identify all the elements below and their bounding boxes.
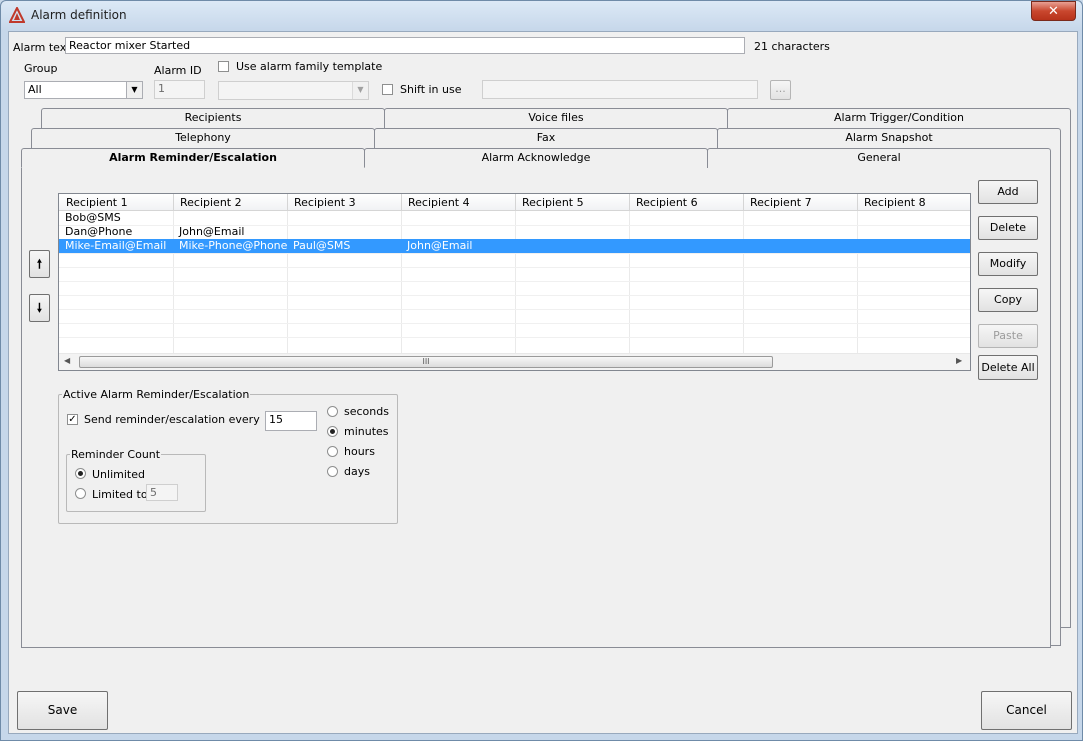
limited-radio[interactable] xyxy=(75,488,86,499)
chevron-down-icon: ▼ xyxy=(352,82,368,99)
interval-input[interactable]: 15 xyxy=(265,411,317,431)
family-template-select: ▼ xyxy=(218,81,369,100)
send-reminder-label: Send reminder/escalation every xyxy=(84,413,260,426)
tab-recipients[interactable]: Recipients xyxy=(41,108,385,128)
limited-label: Limited to xyxy=(92,488,148,501)
group-select[interactable]: All ▼ xyxy=(24,81,143,99)
column-header[interactable]: Recipient 8 xyxy=(857,194,970,211)
close-button[interactable]: ✕ xyxy=(1031,1,1076,21)
shift-browse-button: ... xyxy=(770,80,791,100)
table-cell[interactable]: Paul@SMS xyxy=(287,239,401,253)
tab-alarm-snapshot[interactable]: Alarm Snapshot xyxy=(717,128,1061,148)
grip-icon: III xyxy=(422,357,430,366)
char-count-label: 21 characters xyxy=(754,40,830,53)
delete-button[interactable]: Delete xyxy=(978,216,1038,240)
shift-checkbox[interactable] xyxy=(382,84,393,95)
arrow-down-icon: 🠗 xyxy=(36,301,43,315)
column-header[interactable]: Recipient 5 xyxy=(515,194,630,211)
modify-button[interactable]: Modify xyxy=(978,252,1038,276)
column-header[interactable]: Recipient 7 xyxy=(743,194,858,211)
tab-alarm-reminder[interactable]: Alarm Reminder/Escalation xyxy=(21,148,365,168)
recipients-grid[interactable]: Recipient 1 Recipient 2 Recipient 3 Reci… xyxy=(58,193,971,371)
horizontal-scrollbar[interactable]: ◀ III ▶ xyxy=(59,353,970,370)
table-cell[interactable]: John@Email xyxy=(173,225,287,239)
table-cell[interactable]: John@Email xyxy=(401,239,515,253)
send-reminder-checkbox[interactable]: ✓ xyxy=(67,414,78,425)
chevron-down-icon[interactable]: ▼ xyxy=(126,82,142,98)
grid-header: Recipient 1 Recipient 2 Recipient 3 Reci… xyxy=(59,194,970,211)
tab-alarm-acknowledge[interactable]: Alarm Acknowledge xyxy=(364,148,708,168)
table-cell[interactable]: Dan@Phone xyxy=(59,225,173,239)
tab-alarm-trigger[interactable]: Alarm Trigger/Condition xyxy=(727,108,1071,128)
column-header[interactable]: Recipient 3 xyxy=(287,194,402,211)
table-row[interactable]: Bob@SMS xyxy=(59,211,970,225)
scroll-left-icon[interactable]: ◀ xyxy=(64,356,70,365)
shift-label: Shift in use xyxy=(400,83,462,96)
unit-hours-radio[interactable] xyxy=(327,446,338,457)
cancel-button[interactable]: Cancel xyxy=(981,691,1072,730)
move-up-button[interactable]: 🠕 xyxy=(29,250,50,278)
paste-button: Paste xyxy=(978,324,1038,348)
tab-telephony[interactable]: Telephony xyxy=(31,128,375,148)
dialog-body: Alarm text Reactor mixer Started 21 char… xyxy=(8,31,1078,734)
window-title: Alarm definition xyxy=(31,8,127,22)
scroll-right-icon[interactable]: ▶ xyxy=(956,356,962,365)
family-template-label: Use alarm family template xyxy=(236,60,383,73)
table-cell[interactable]: Bob@SMS xyxy=(59,211,173,225)
unit-hours-label: hours xyxy=(344,445,375,458)
column-header[interactable]: Recipient 2 xyxy=(173,194,288,211)
alarm-definition-window: Alarm definition ✕ Alarm text Reactor mi… xyxy=(0,0,1083,741)
title-bar[interactable]: Alarm definition ✕ xyxy=(1,1,1082,29)
alarm-text-input[interactable]: Reactor mixer Started xyxy=(65,37,745,54)
alarm-id-field: 1 xyxy=(154,80,205,99)
table-cell[interactable]: Mike-Phone@Phone xyxy=(173,239,287,253)
save-button[interactable]: Save xyxy=(17,691,108,730)
move-down-button[interactable]: 🠗 xyxy=(29,294,50,322)
family-template-checkbox[interactable] xyxy=(218,61,229,72)
unlimited-label: Unlimited xyxy=(92,468,145,481)
unit-seconds-label: seconds xyxy=(344,405,389,418)
table-row-selected[interactable]: Mike-Email@Email Mike-Phone@Phone Paul@S… xyxy=(59,239,970,253)
reminder-group-label: Active Alarm Reminder/Escalation xyxy=(63,388,250,401)
column-header[interactable]: Recipient 6 xyxy=(629,194,744,211)
arrow-up-icon: 🠕 xyxy=(36,257,43,271)
unit-days-radio[interactable] xyxy=(327,466,338,477)
group-label: Group xyxy=(24,62,58,75)
tab-fax[interactable]: Fax xyxy=(374,128,718,148)
unlimited-radio[interactable] xyxy=(75,468,86,479)
alarm-text-label: Alarm text xyxy=(13,41,71,54)
shift-field xyxy=(482,80,758,99)
group-select-value: All xyxy=(28,83,42,96)
table-cell[interactable]: Mike-Email@Email xyxy=(59,239,173,253)
scrollbar-thumb[interactable]: III xyxy=(79,356,773,368)
reminder-count-label: Reminder Count xyxy=(71,448,161,461)
delete-all-button[interactable]: Delete All xyxy=(978,355,1038,380)
copy-button[interactable]: Copy xyxy=(978,288,1038,312)
column-header[interactable]: Recipient 1 xyxy=(59,194,174,211)
alarm-triangle-icon xyxy=(9,7,25,23)
tab-general[interactable]: General xyxy=(707,148,1051,168)
unit-minutes-label: minutes xyxy=(344,425,389,438)
table-cell[interactable] xyxy=(173,211,287,225)
limit-count-field: 5 xyxy=(146,484,178,501)
add-button[interactable]: Add xyxy=(978,180,1038,204)
column-header[interactable]: Recipient 4 xyxy=(401,194,516,211)
tab-voice-files[interactable]: Voice files xyxy=(384,108,728,128)
unit-days-label: days xyxy=(344,465,370,478)
table-row[interactable]: Dan@Phone John@Email xyxy=(59,225,970,239)
unit-minutes-radio[interactable] xyxy=(327,426,338,437)
unit-seconds-radio[interactable] xyxy=(327,406,338,417)
alarm-id-label: Alarm ID xyxy=(154,64,202,77)
